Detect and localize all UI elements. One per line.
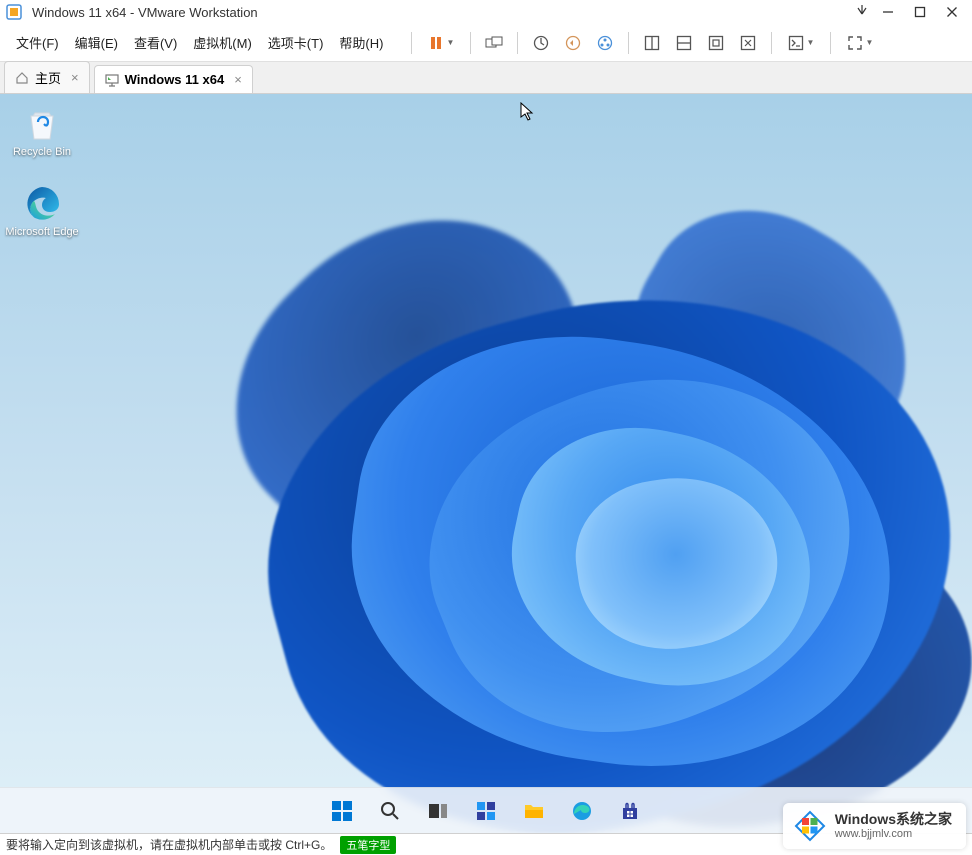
watermark: Windows系统之家 www.bjjmlv.com xyxy=(783,803,966,849)
tab-label: Windows 11 x64 xyxy=(125,72,225,87)
desktop-icon-recycle-bin[interactable]: Recycle Bin xyxy=(4,104,80,158)
wallpaper-bloom xyxy=(152,94,972,833)
watermark-url: www.bjjmlv.com xyxy=(835,828,952,841)
suspend-button[interactable]: ▼ xyxy=(420,28,462,58)
maximize-button[interactable] xyxy=(910,2,930,22)
monitor-icon xyxy=(105,73,119,87)
view-split-button[interactable] xyxy=(669,28,699,58)
snapshot-manager-button[interactable] xyxy=(590,28,620,58)
taskbar-taskview-button[interactable] xyxy=(418,791,458,831)
home-icon xyxy=(15,71,29,85)
ime-indicator: 五笔字型 xyxy=(340,836,396,854)
tab-home[interactable]: 主页 × xyxy=(4,61,90,93)
minimize-button[interactable] xyxy=(878,2,898,22)
snapshot-take-button[interactable] xyxy=(526,28,556,58)
menu-vm[interactable]: 虚拟机(M) xyxy=(185,27,260,58)
taskbar-start-button[interactable] xyxy=(322,791,362,831)
desktop-icon-edge[interactable]: Microsoft Edge xyxy=(4,184,80,238)
console-view-button[interactable]: ▼ xyxy=(780,28,822,58)
menu-tabs[interactable]: 选项卡(T) xyxy=(260,27,332,58)
tab-vm[interactable]: Windows 11 x64 × xyxy=(94,65,253,93)
menu-help[interactable]: 帮助(H) xyxy=(331,27,391,58)
desktop-icon-label: Recycle Bin xyxy=(13,146,71,158)
watermark-title: Windows系统之家 xyxy=(835,811,952,828)
menu-file[interactable]: 文件(F) xyxy=(8,27,67,58)
window-title: Windows 11 x64 - VMware Workstation xyxy=(32,5,846,20)
tab-bar: 主页 × Windows 11 x64 × xyxy=(0,62,972,94)
vmware-app-icon xyxy=(6,4,22,20)
menu-view[interactable]: 查看(V) xyxy=(126,27,185,58)
fullscreen-button[interactable]: ▼ xyxy=(839,28,881,58)
taskbar-explorer-button[interactable] xyxy=(514,791,554,831)
chevron-down-icon: ▼ xyxy=(446,38,454,47)
close-icon[interactable]: × xyxy=(234,72,242,87)
recycle-bin-icon xyxy=(22,104,62,144)
tab-label: 主页 xyxy=(35,68,61,87)
send-ctrl-alt-del-button[interactable] xyxy=(479,28,509,58)
close-icon[interactable]: × xyxy=(71,70,79,85)
windows-logo-icon xyxy=(793,809,827,843)
taskbar-widgets-button[interactable] xyxy=(466,791,506,831)
window-title-bar: Windows 11 x64 - VMware Workstation xyxy=(0,0,972,24)
menu-bar: 文件(F) 编辑(E) 查看(V) 虚拟机(M) 选项卡(T) 帮助(H) ▼ xyxy=(0,24,972,62)
chevron-down-icon: ▼ xyxy=(806,38,814,47)
quick-switch-button[interactable] xyxy=(733,28,763,58)
status-message: 要将输入定向到该虚拟机，请在虚拟机内部单击或按 Ctrl+G。 xyxy=(6,836,332,853)
unity-mode-button[interactable] xyxy=(701,28,731,58)
close-button[interactable] xyxy=(942,2,962,22)
taskbar-edge-button[interactable] xyxy=(562,791,602,831)
taskbar-store-button[interactable] xyxy=(610,791,650,831)
taskbar-search-button[interactable] xyxy=(370,791,410,831)
dropdown-arrow-icon[interactable] xyxy=(856,5,868,20)
edge-icon xyxy=(22,184,62,224)
chevron-down-icon: ▼ xyxy=(865,38,873,47)
view-single-button[interactable] xyxy=(637,28,667,58)
desktop-icon-label: Microsoft Edge xyxy=(5,226,78,238)
snapshot-revert-button[interactable] xyxy=(558,28,588,58)
menu-edit[interactable]: 编辑(E) xyxy=(67,27,126,58)
guest-display[interactable]: Recycle Bin Microsoft Edge xyxy=(0,94,972,833)
